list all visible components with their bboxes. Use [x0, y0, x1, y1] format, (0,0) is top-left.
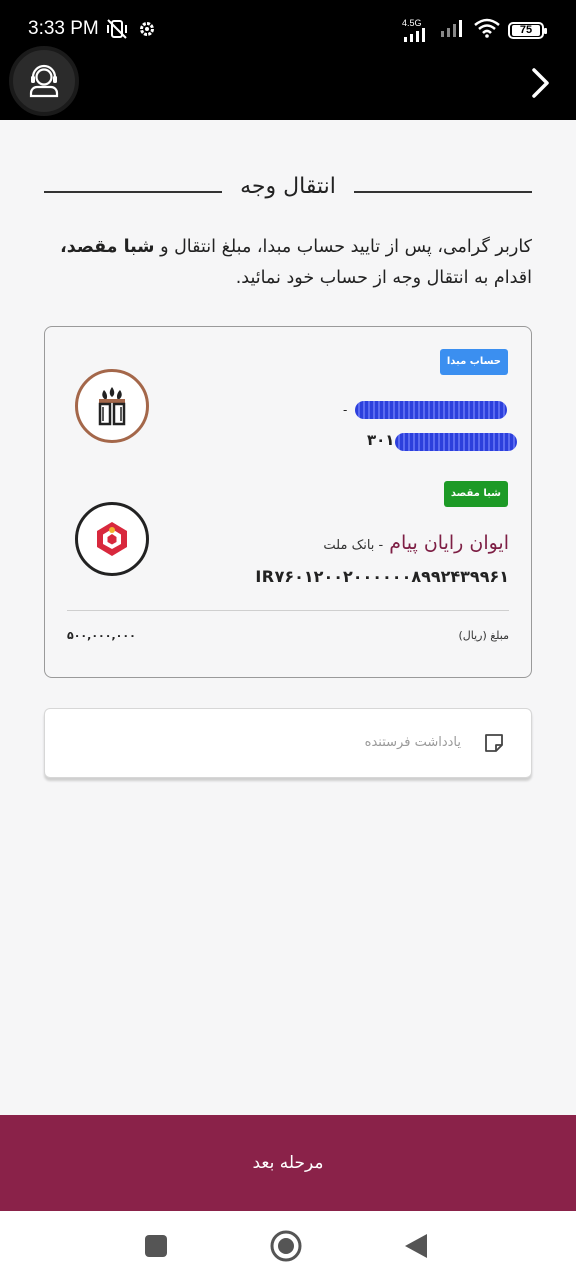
signal-icon-2	[440, 19, 466, 41]
source-account-dash: -	[343, 403, 348, 417]
transfer-card: حساب مبدا - ۳۰۱ شبا مقصد ایوان رایان پیا…	[44, 326, 532, 678]
status-left-icons	[106, 18, 156, 44]
page-title: انتقال وجه	[240, 173, 336, 199]
recents-button[interactable]	[138, 1229, 174, 1263]
source-account-badge: حساب مبدا	[439, 349, 508, 375]
status-right-icons: 4.5G 75	[402, 17, 547, 42]
network-label: 4.5G	[402, 17, 422, 28]
home-button[interactable]	[268, 1229, 304, 1263]
battery-level: 75	[512, 24, 540, 36]
signal-icon: 4.5G	[402, 17, 432, 42]
destination-iban: IR۷۶۰۱۲۰۰۲۰۰۰۰۰۰۸۹۹۲۴۳۹۹۶۱	[255, 567, 509, 586]
back-triangle-icon	[405, 1234, 427, 1258]
back-button[interactable]	[526, 64, 556, 102]
source-bank-logo	[75, 369, 149, 443]
settings-gear-icon	[138, 20, 156, 42]
title-divider-left	[44, 191, 222, 193]
intro-bold: شبا مقصد،	[60, 237, 155, 257]
title-divider-right	[354, 191, 532, 193]
intro-text: کاربر گرامی، پس از تایید حساب مبدا، مبلغ…	[32, 232, 532, 294]
redacted-account-name	[355, 401, 507, 419]
destination-sheba-badge: شبا مقصد	[443, 481, 508, 507]
back-nav-button[interactable]	[398, 1229, 434, 1263]
note-icon	[485, 734, 503, 752]
mute-vibrate-icon	[106, 18, 128, 44]
redacted-account-number	[395, 433, 517, 451]
destination-bank-logo	[75, 502, 149, 576]
sender-note-field[interactable]	[44, 708, 532, 778]
source-account-suffix: ۳۰۱	[367, 431, 395, 449]
support-agent-icon	[29, 64, 59, 98]
recents-square-icon	[145, 1235, 167, 1257]
card-divider	[67, 610, 509, 611]
chevron-right-icon	[532, 68, 549, 98]
battery-icon: 75	[508, 21, 547, 39]
status-time: 3:33 PM	[28, 18, 99, 39]
sender-note-input[interactable]	[101, 709, 461, 775]
destination-name: ایوان رایان پیام	[389, 532, 509, 554]
destination-bank: - بانک ملت	[323, 538, 384, 553]
amount-value: ۵۰۰,۰۰۰,۰۰۰	[67, 629, 136, 642]
page-title-row: انتقال وجه	[44, 170, 532, 202]
home-circle-icon	[270, 1230, 302, 1262]
support-button[interactable]	[9, 46, 79, 116]
destination-name-row: ایوان رایان پیام - بانک ملت	[323, 532, 509, 554]
amount-label: مبلغ (ریال)	[458, 629, 509, 642]
intro-part1: کاربر گرامی، پس از تایید حساب مبدا، مبلغ…	[154, 237, 532, 257]
intro-part2: اقدام به انتقال وجه از حساب خود نمائید.	[235, 268, 532, 288]
wifi-icon	[474, 18, 500, 42]
top-bar: 3:33 PM 4.5G 75	[0, 0, 576, 120]
next-step-button[interactable]: مرحله بعد	[0, 1115, 576, 1211]
system-nav-bar	[0, 1211, 576, 1280]
